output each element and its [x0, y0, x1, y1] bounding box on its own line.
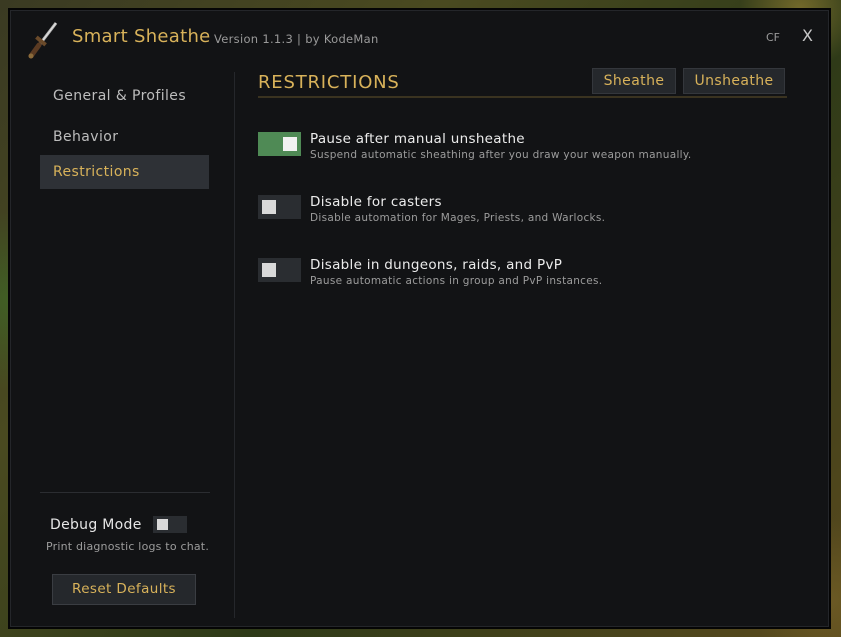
sidebar-item-restrictions[interactable]: Restrictions — [40, 155, 209, 189]
toggle-knob — [262, 263, 276, 277]
app-title: Smart Sheathe — [72, 26, 211, 47]
debug-mode-toggle[interactable] — [153, 516, 187, 533]
sidebar-item-general-profiles[interactable]: General & Profiles — [40, 79, 209, 113]
version-author-text: Version 1.1.3 | by KodeMan — [214, 32, 379, 46]
panel-divider — [234, 72, 235, 618]
sidebar-item-behavior[interactable]: Behavior — [40, 120, 209, 154]
debug-mode-label: Debug Mode — [50, 517, 142, 533]
toggle-knob — [262, 200, 276, 214]
sheathe-button[interactable]: Sheathe — [592, 68, 676, 94]
dagger-icon — [28, 22, 58, 59]
sidebar: General & Profiles Behavior Restrictions — [40, 68, 210, 618]
reset-defaults-button[interactable]: Reset Defaults — [52, 574, 196, 605]
page-title: RESTRICTIONS — [258, 72, 400, 93]
pause-after-unsheathe-toggle[interactable] — [258, 132, 301, 156]
option-description-pause-after-unsheathe: Suspend automatic sheathing after you dr… — [310, 149, 692, 161]
title-bar[interactable]: Smart Sheathe Version 1.1.3 | by KodeMan… — [10, 10, 829, 66]
sidebar-divider — [40, 492, 210, 493]
unsheathe-button[interactable]: Unsheathe — [683, 68, 785, 94]
option-label-pause-after-unsheathe: Pause after manual unsheathe — [310, 131, 525, 147]
option-description-disable-in-instances: Pause automatic actions in group and PvP… — [310, 275, 603, 287]
option-label-disable-in-instances: Disable in dungeons, raids, and PvP — [310, 257, 563, 273]
option-description-disable-for-casters: Disable automation for Mages, Priests, a… — [310, 212, 606, 224]
cf-button[interactable]: CF — [766, 31, 780, 44]
header-underline — [258, 96, 787, 98]
addon-settings-window: Smart Sheathe Version 1.1.3 | by KodeMan… — [8, 8, 831, 629]
disable-for-casters-toggle[interactable] — [258, 195, 301, 219]
toggle-knob — [283, 137, 297, 151]
disable-in-instances-toggle[interactable] — [258, 258, 301, 282]
close-button[interactable]: X — [802, 26, 813, 45]
option-label-disable-for-casters: Disable for casters — [310, 194, 442, 210]
toggle-knob — [157, 519, 168, 530]
debug-mode-description: Print diagnostic logs to chat. — [46, 540, 210, 553]
